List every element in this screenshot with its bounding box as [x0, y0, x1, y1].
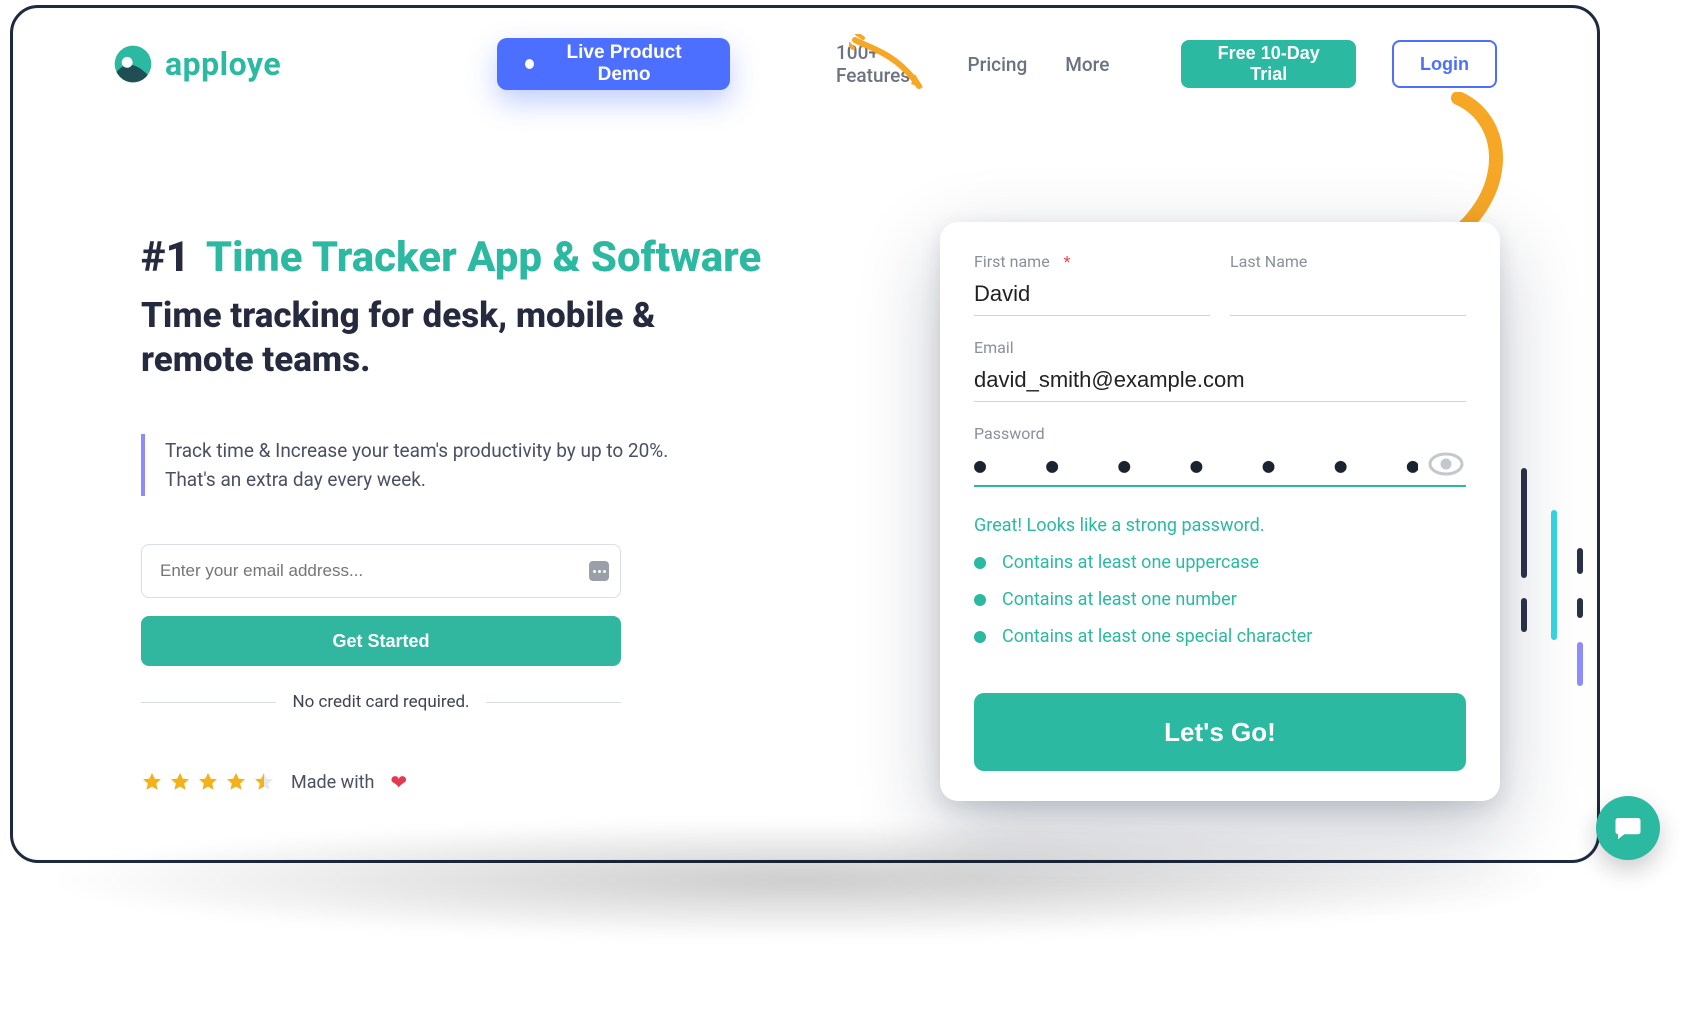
hero-title-line: #1 Time Tracker App & Software: [141, 233, 781, 282]
star-full-icon: [197, 771, 219, 793]
password-check-item: Contains at least one special character: [974, 626, 1466, 647]
first-name-input[interactable]: [974, 277, 1210, 316]
brand-logo-icon: [113, 44, 153, 84]
password-check-item: Contains at least one number: [974, 589, 1466, 610]
live-demo-button[interactable]: Live Product Demo: [497, 38, 730, 90]
decorative-lines: [1515, 468, 1589, 698]
star-full-icon: [141, 771, 163, 793]
chat-fab-button[interactable]: [1596, 796, 1660, 860]
password-check-text: Contains at least one number: [1002, 589, 1237, 610]
last-name-input[interactable]: [1230, 277, 1466, 316]
password-check-item: Contains at least one uppercase: [974, 552, 1466, 573]
live-dot-icon: [525, 59, 534, 69]
signup-submit-button[interactable]: Let's Go!: [974, 693, 1466, 771]
password-check-text: Contains at least one uppercase: [1002, 552, 1259, 573]
email-capture-group: Get Started No credit card required.: [141, 544, 621, 712]
free-trial-label: Free 10-Day Trial: [1203, 43, 1334, 85]
get-started-button[interactable]: Get Started: [141, 616, 621, 666]
rating-row: Made with ❤: [141, 770, 781, 794]
hero-subtitle: Time tracking for desk, mobile & remote …: [141, 294, 701, 382]
last-name-label: Last Name: [1230, 252, 1466, 271]
password-check-text: Contains at least one special character: [1002, 626, 1312, 647]
password-input[interactable]: [974, 449, 1466, 487]
signup-email-input[interactable]: [974, 363, 1466, 402]
password-label: Password: [974, 424, 1466, 443]
toggle-password-visibility-icon[interactable]: [1428, 451, 1464, 477]
page-drop-shadow: [40, 820, 1560, 940]
no-card-text: No credit card required.: [276, 692, 485, 712]
first-name-label: First name*: [974, 252, 1210, 271]
nav-pricing[interactable]: Pricing: [967, 53, 1027, 76]
star-full-icon: [169, 771, 191, 793]
nav-links: 100+ Features Pricing More: [836, 41, 1109, 87]
autofill-chip-icon[interactable]: [589, 561, 609, 581]
brand-logo[interactable]: apploye: [113, 44, 281, 84]
hero-title: Time Tracker App & Software: [206, 233, 761, 282]
check-dot-icon: [974, 631, 986, 643]
password-strength-message: Great! Looks like a strong password.: [974, 515, 1466, 536]
check-dot-icon: [974, 557, 986, 569]
made-with-text: Made with: [291, 772, 374, 793]
hero-rank: #1: [141, 233, 190, 282]
nav-more[interactable]: More: [1065, 53, 1109, 76]
email-label: Email: [974, 338, 1466, 357]
signup-submit-label: Let's Go!: [1164, 717, 1276, 748]
get-started-label: Get Started: [332, 631, 429, 652]
heart-icon: ❤: [390, 770, 407, 794]
check-dot-icon: [974, 594, 986, 606]
email-input[interactable]: [141, 544, 621, 598]
hero-quote: Track time & Increase your team's produc…: [141, 434, 701, 497]
nav-features[interactable]: 100+ Features: [836, 41, 930, 87]
signup-card: First name* Last Name Email Password Gre…: [940, 222, 1500, 801]
no-card-divider: No credit card required.: [141, 692, 621, 712]
login-button[interactable]: Login: [1392, 40, 1497, 88]
login-label: Login: [1420, 54, 1469, 75]
rating-stars: [141, 771, 275, 793]
hero-section: #1 Time Tracker App & Software Time trac…: [141, 233, 781, 794]
free-trial-button[interactable]: Free 10-Day Trial: [1181, 40, 1356, 88]
star-half-icon: [253, 771, 275, 793]
chat-icon: [1613, 813, 1643, 843]
brand-name: apploye: [165, 45, 281, 83]
live-demo-label: Live Product Demo: [546, 42, 702, 86]
star-full-icon: [225, 771, 247, 793]
site-header: apploye Live Product Demo 100+ Features …: [13, 8, 1597, 100]
